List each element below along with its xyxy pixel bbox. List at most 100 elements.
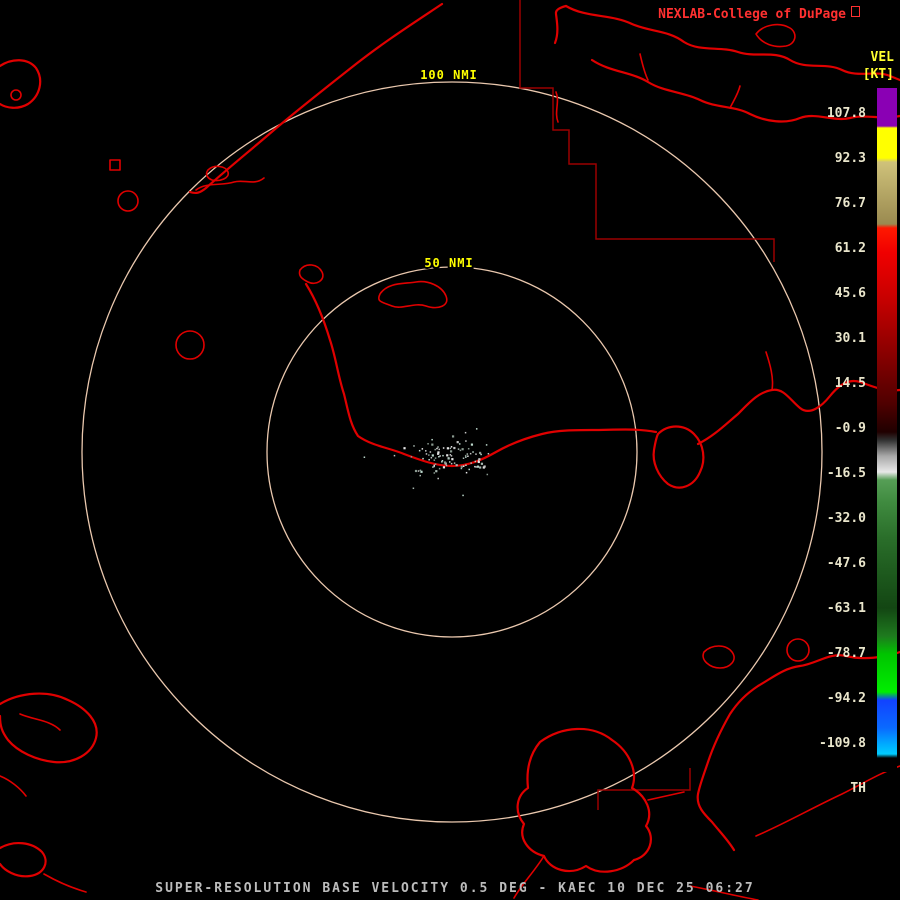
echo-pixel (434, 448, 436, 451)
coastline (647, 791, 685, 801)
echo-pixel (466, 453, 469, 455)
echo-pixel (485, 444, 488, 446)
echo-pixel (420, 470, 423, 473)
echo-pixel (458, 443, 461, 445)
echo-pixel (433, 465, 435, 468)
echo-pixel (435, 470, 438, 473)
island-outline (10, 89, 22, 101)
coastline (696, 650, 900, 852)
echo-pixel (456, 464, 458, 466)
echo-pixel (427, 443, 429, 445)
echo-pixel (450, 462, 453, 465)
echo-pixel (470, 462, 472, 464)
lake-outline (298, 264, 324, 285)
echo-pixel (438, 448, 440, 451)
vel-units-label: VEL (870, 50, 894, 65)
echo-pixel (476, 465, 480, 468)
echo-pixel (474, 460, 477, 463)
kt-units-label: [KT] (862, 67, 894, 82)
echo-pixel (460, 465, 463, 468)
coastline (0, 842, 47, 878)
echo-pixel (425, 453, 428, 455)
coastline (639, 53, 649, 81)
echo-pixel (431, 454, 434, 457)
colorbar-tick-label: 61.2 (834, 241, 866, 256)
echo-pixel (474, 465, 476, 468)
echo-pixel (483, 465, 486, 468)
echo-pixel (437, 446, 439, 448)
echo-pixel (480, 462, 484, 465)
coastline (19, 713, 61, 731)
echo-pixel (437, 477, 439, 480)
ring-label-100nmi: 100 NMI (420, 68, 478, 82)
island-outline (652, 425, 705, 489)
echo-pixel (403, 447, 406, 450)
echo-pixel (451, 435, 455, 438)
echo-pixel (421, 448, 424, 450)
echo-pixel (422, 457, 424, 460)
echo-pixel (480, 453, 482, 456)
echo-pixel (448, 461, 451, 463)
echo-pixel (465, 456, 467, 458)
echo-pixel (393, 454, 396, 457)
echo-pixel (465, 471, 468, 474)
colorbar-tick-label: -94.2 (826, 691, 866, 706)
coastline (696, 379, 900, 446)
colorbar-tick-label: -109.8 (819, 736, 866, 751)
coastline (43, 873, 87, 893)
ring-label-50nmi: 50 NMI (424, 256, 473, 270)
echo-pixel (462, 494, 464, 497)
echo-pixel (453, 446, 456, 450)
echo-pixel (472, 451, 474, 453)
island-outline (109, 159, 121, 171)
echo-pixel (462, 465, 465, 467)
echo-pixel (438, 467, 441, 470)
echo-pixel (434, 463, 437, 466)
coastline (553, 4, 568, 45)
echo-pixel (453, 462, 456, 464)
echo-pixel (439, 455, 441, 457)
boundary-line (597, 768, 691, 810)
echo-pixel (465, 464, 467, 466)
echo-pixel (410, 456, 413, 458)
echo-pixel (431, 443, 434, 446)
site-title: NEXLAB-College of DuPage (658, 7, 846, 22)
coastline (0, 59, 42, 109)
product-caption: SUPER-RESOLUTION BASE VELOCITY 0.5 DEG -… (155, 881, 755, 896)
echo-pixel (478, 458, 481, 461)
coastline (755, 23, 796, 48)
lake-outline (377, 280, 448, 309)
echo-pixel (486, 473, 489, 476)
echo-pixel (468, 468, 470, 471)
boundary-line (519, 0, 775, 262)
radar-display: 100 NMI 50 NMI NEXLAB-College of DuPage … (0, 0, 900, 900)
echo-pixel (475, 466, 477, 468)
coastline (0, 775, 27, 797)
echo-pixel (469, 452, 472, 455)
echo-pixel (414, 469, 418, 473)
velocity-colorbar (877, 88, 897, 772)
echo-pixel (475, 428, 478, 430)
coastline (765, 351, 774, 391)
title-mark-icon (851, 6, 860, 17)
echo-pixel (413, 445, 415, 447)
echo-pixel (428, 458, 430, 461)
echo-pixel (467, 447, 470, 450)
echo-pixel (479, 466, 482, 469)
echo-pixel (450, 455, 453, 457)
echo-pixel (467, 455, 469, 457)
colorbar-tick-label: 14.5 (834, 376, 866, 391)
echo-pixel (431, 438, 433, 441)
echo-pixel (412, 487, 415, 490)
echo-pixel (418, 449, 421, 452)
echo-pixel (436, 447, 438, 450)
colorbar-tick-label: -0.9 (834, 421, 866, 436)
echo-pixel (450, 446, 453, 448)
echo-pixel (433, 472, 436, 474)
echo-pixel (465, 440, 467, 442)
colorbar-tick-label: 45.6 (834, 286, 866, 301)
coastline (0, 692, 98, 764)
echo-pixel (428, 454, 430, 456)
echo-pixel (460, 467, 463, 470)
echo-pixel (432, 466, 434, 468)
